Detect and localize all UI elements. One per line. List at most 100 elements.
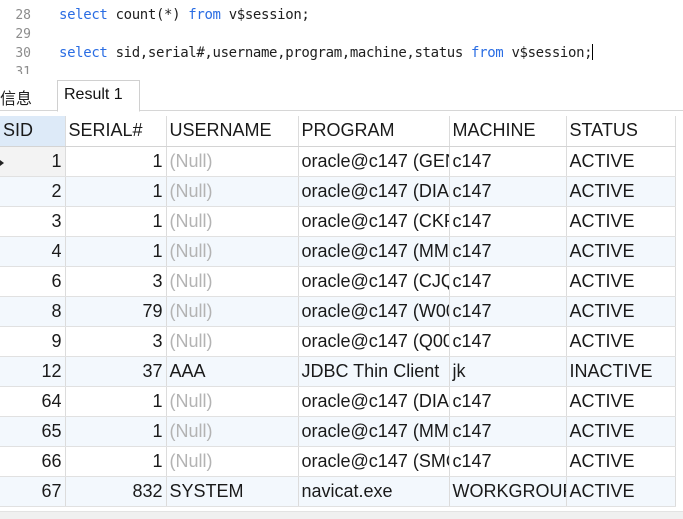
cell-sid[interactable]: 64 xyxy=(0,386,66,417)
cell-machine[interactable]: c147 xyxy=(449,266,567,297)
table-row[interactable]: 67 832 SYSTEM navicat.exe WORKGROUP ACTIVE xyxy=(0,476,676,507)
tab-result-1[interactable]: Result 1 xyxy=(57,80,140,112)
table-row[interactable]: 11(Null)oracle@c147 (GEN0)c147ACTIVE xyxy=(0,146,676,177)
cell-username[interactable]: (Null) xyxy=(166,296,299,327)
cell-username[interactable]: (Null) xyxy=(166,386,299,417)
cell-status[interactable]: ACTIVE xyxy=(566,476,676,507)
cell-sid[interactable]: 66 xyxy=(0,446,66,477)
table-row[interactable]: 661(Null)oracle@c147 (SMON)c147ACTIVE xyxy=(0,446,676,477)
cell-program[interactable]: oracle@c147 (GEN0) xyxy=(298,146,450,177)
cell-program[interactable]: oracle@c147 (CKPT) xyxy=(298,206,450,237)
cell-username[interactable]: (Null) xyxy=(166,446,299,477)
cell-status[interactable]: ACTIVE xyxy=(566,326,676,357)
cell-serial[interactable]: 1 xyxy=(65,446,167,477)
table-row[interactable]: 31(Null)oracle@c147 (CKPT)c147ACTIVE xyxy=(0,206,676,237)
cell-machine[interactable]: c147 xyxy=(449,326,567,357)
cell-machine[interactable]: jk xyxy=(449,356,567,387)
table-row[interactable]: 64 1 (Null) oracle@c147 (DIA0) c147 ACTIVE xyxy=(0,386,676,417)
cell-username[interactable]: (Null) xyxy=(166,326,299,357)
cell-status[interactable]: ACTIVE xyxy=(566,296,676,327)
column-header-sid[interactable]: SID xyxy=(0,116,66,147)
cell-serial[interactable]: 1 xyxy=(65,386,167,417)
cell-username[interactable]: (Null) xyxy=(166,236,299,267)
cell-sid[interactable]: 4 xyxy=(0,236,66,267)
cell-serial[interactable]: 1 xyxy=(65,176,167,207)
cell-username[interactable]: SYSTEM xyxy=(166,476,299,507)
table-row[interactable]: 12 37 AAA JDBC Thin Client jk INACTIVE xyxy=(0,356,676,387)
sql-editor[interactable]: 28 select count(*) from v$session; 29 30 sel… xyxy=(0,0,683,74)
table-row[interactable]: 21(Null)oracle@c147 (DIAG)c147ACTIVE xyxy=(0,176,676,207)
cell-program[interactable]: oracle@c147 (DIAG) xyxy=(298,176,450,207)
cell-status[interactable]: ACTIVE xyxy=(566,176,676,207)
table-row[interactable]: 63(Null)oracle@c147 (CJQ0)c147ACTIVE xyxy=(0,266,676,297)
cell-serial[interactable]: 1 xyxy=(65,146,167,177)
cell-sid[interactable]: 2 xyxy=(0,176,66,207)
cell-status[interactable]: INACTIVE xyxy=(566,356,676,387)
column-header-serial[interactable]: SERIAL# xyxy=(65,116,167,147)
cell-username[interactable]: (Null) xyxy=(166,146,299,177)
cell-machine[interactable]: c147 xyxy=(449,236,567,267)
cell-username[interactable]: (Null) xyxy=(166,176,299,207)
cell-username[interactable]: AAA xyxy=(166,356,299,387)
cell-machine[interactable]: WORKGROUP xyxy=(449,476,567,507)
cell-sid[interactable]: 6 xyxy=(0,266,66,297)
column-header-program[interactable]: PROGRAM xyxy=(298,116,450,147)
cell-sid[interactable]: 8 xyxy=(0,296,66,327)
cell-program[interactable]: oracle@c147 (CJQ0) xyxy=(298,266,450,297)
cell-machine[interactable]: c147 xyxy=(449,206,567,237)
cell-serial[interactable]: 1 xyxy=(65,236,167,267)
cell-serial[interactable]: 832 xyxy=(65,476,167,507)
cell-program[interactable]: oracle@c147 (W000) xyxy=(298,296,450,327)
cell-machine[interactable]: c147 xyxy=(449,446,567,477)
cell-program[interactable]: oracle@c147 (MMON) xyxy=(298,236,450,267)
cell-serial[interactable]: 1 xyxy=(65,416,167,447)
table-row[interactable]: 41(Null)oracle@c147 (MMON)c147ACTIVE xyxy=(0,236,676,267)
cell-status[interactable]: ACTIVE xyxy=(566,386,676,417)
cell-sid[interactable]: 67 xyxy=(0,476,66,507)
column-header-status[interactable]: STATUS xyxy=(566,116,676,147)
editor-line[interactable]: 30 select sid,serial#,username,program,ma… xyxy=(0,44,683,63)
cell-status[interactable]: ACTIVE xyxy=(566,236,676,267)
cell-machine[interactable]: c147 xyxy=(449,416,567,447)
cell-sid[interactable]: 3 xyxy=(0,206,66,237)
cell-machine[interactable]: c147 xyxy=(449,146,567,177)
horizontal-scrollbar[interactable] xyxy=(0,511,683,519)
cell-program[interactable]: oracle@c147 (MMNL) xyxy=(298,416,450,447)
table-row[interactable]: 93(Null)oracle@c147 (Q001)c147ACTIVE xyxy=(0,326,676,357)
cell-status[interactable]: ACTIVE xyxy=(566,416,676,447)
cell-machine[interactable]: c147 xyxy=(449,176,567,207)
sql-text: v$session; xyxy=(503,45,593,61)
cell-program[interactable]: JDBC Thin Client xyxy=(298,356,450,387)
cell-username[interactable]: (Null) xyxy=(166,206,299,237)
cell-status[interactable]: ACTIVE xyxy=(566,146,676,177)
table-row[interactable]: 651(Null)oracle@c147 (MMNL)c147ACTIVE xyxy=(0,416,676,447)
cell-serial[interactable]: 3 xyxy=(65,266,167,297)
cell-sid[interactable]: 1 xyxy=(0,146,66,177)
cell-status[interactable]: ACTIVE xyxy=(566,446,676,477)
cell-program[interactable]: oracle@c147 (SMON) xyxy=(298,446,450,477)
tab-info[interactable]: 信息 xyxy=(0,85,32,109)
column-header-machine[interactable]: MACHINE xyxy=(449,116,567,147)
result-grid[interactable]: SID SERIAL# USERNAME PROGRAM MACHINE STATUS 1… xyxy=(0,116,683,511)
cell-status[interactable]: ACTIVE xyxy=(566,266,676,297)
cell-program[interactable]: oracle@c147 (Q001) xyxy=(298,326,450,357)
cell-serial[interactable]: 3 xyxy=(65,326,167,357)
cell-sid[interactable]: 65 xyxy=(0,416,66,447)
cell-program[interactable]: oracle@c147 (DIA0) xyxy=(298,386,450,417)
column-header-username[interactable]: USERNAME xyxy=(166,116,299,147)
cell-username[interactable]: (Null) xyxy=(166,266,299,297)
cell-machine[interactable]: c147 xyxy=(449,386,567,417)
cell-serial[interactable]: 1 xyxy=(65,206,167,237)
editor-line[interactable]: 28 select count(*) from v$session; xyxy=(0,6,683,25)
cell-username[interactable]: (Null) xyxy=(166,416,299,447)
editor-line[interactable]: 31 xyxy=(0,63,683,74)
cell-machine[interactable]: c147 xyxy=(449,296,567,327)
cell-sid[interactable]: 9 xyxy=(0,326,66,357)
cell-sid[interactable]: 12 xyxy=(0,356,66,387)
cell-serial[interactable]: 37 xyxy=(65,356,167,387)
editor-line[interactable]: 29 xyxy=(0,25,683,44)
table-row[interactable]: 879(Null)oracle@c147 (W000)c147ACTIVE xyxy=(0,296,676,327)
cell-program[interactable]: navicat.exe xyxy=(298,476,450,507)
cell-status[interactable]: ACTIVE xyxy=(566,206,676,237)
cell-serial[interactable]: 79 xyxy=(65,296,167,327)
